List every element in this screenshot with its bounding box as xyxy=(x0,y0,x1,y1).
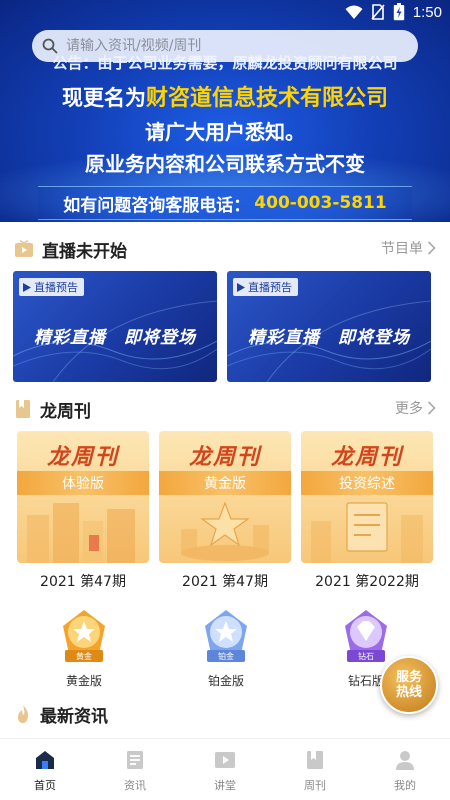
weekly-card-edition: 黄金版 xyxy=(159,471,291,495)
hotline-label: 如有问题咨询客服电话： xyxy=(63,195,251,216)
book-icon xyxy=(307,751,323,769)
service-hotline-line2: 热线 xyxy=(395,685,422,700)
gold-badge-text: 黄金 xyxy=(76,651,92,661)
nav-item-weekly[interactable]: 周刊 xyxy=(270,739,360,800)
weekly-card-edition: 体验版 xyxy=(17,471,149,495)
nav-label: 我的 xyxy=(394,779,416,792)
home-icon xyxy=(36,751,54,769)
chevron-right-icon xyxy=(427,241,436,255)
news-section-title: 最新资讯 xyxy=(40,706,108,727)
gold-edition-badge[interactable]: 黄金 黄金版 xyxy=(44,606,124,696)
video-icon xyxy=(215,752,235,768)
search-bar[interactable] xyxy=(32,30,418,62)
live-preview-card[interactable]: 直播预告 精彩直播 即将登场 xyxy=(13,271,217,382)
hotline-number: 400-003-5811 xyxy=(254,193,387,213)
person-icon xyxy=(396,751,414,770)
nav-label: 首页 xyxy=(34,779,56,792)
nav-label: 周刊 xyxy=(304,779,326,792)
platinum-edition-label: 铂金版 xyxy=(207,674,244,688)
nav-label: 资讯 xyxy=(124,779,146,792)
weekly-card-issue: 2021 第47期 xyxy=(40,574,126,590)
diamond-badge-icon: 钻石 xyxy=(345,610,387,662)
weekly-card-issue: 2021 第2022期 xyxy=(315,574,419,590)
platinum-badge-icon: 铂金 xyxy=(205,610,247,662)
weekly-section-header: 龙周刊 更多 xyxy=(14,396,436,422)
report-illustration xyxy=(311,502,423,563)
live-slogan: 精彩直播 即将登场 xyxy=(248,328,410,348)
nav-item-news[interactable]: 资讯 xyxy=(90,739,180,800)
weekly-card[interactable]: 龙周刊 体验版 xyxy=(17,431,149,563)
live-section-header: 直播未开始 节目单 xyxy=(14,236,436,262)
weekly-card-brand: 龙周刊 xyxy=(46,445,119,470)
news-section-header: 最新资讯 xyxy=(14,701,436,727)
more-link-label: 更多 xyxy=(395,401,423,417)
flame-icon xyxy=(18,705,29,723)
clock: 1:50 xyxy=(412,3,442,21)
more-link[interactable]: 更多 xyxy=(395,398,436,418)
no-sim-icon xyxy=(371,4,385,20)
banner-hotline: 如有问题咨询客服电话： 400-003-5811 xyxy=(38,186,412,220)
live-preview-tag-label: 直播预告 xyxy=(248,281,292,294)
nav-item-home[interactable]: 首页 xyxy=(0,739,90,800)
banner-rename-prefix: 现更名为 xyxy=(61,86,146,110)
diamond-badge-text: 钻石 xyxy=(358,651,374,661)
nav-item-me[interactable]: 我的 xyxy=(360,739,450,800)
news-icon xyxy=(127,751,143,769)
weekly-card[interactable]: 龙周刊 黄金版 xyxy=(159,431,291,563)
banner-business: 原业务内容和公司联系方式不变 xyxy=(85,152,365,176)
service-hotline-button[interactable]: 服务 热线 xyxy=(380,656,438,714)
gold-badge-icon: 黄金 xyxy=(63,610,105,662)
search-icon xyxy=(42,38,58,54)
service-hotline-line1: 服务 xyxy=(395,670,422,685)
banner-new-company: 财咨道信息技术有限公司 xyxy=(145,86,388,111)
tv-icon xyxy=(15,240,33,257)
banner-rename: 现更名为财咨道信息技术有限公司 xyxy=(0,80,450,112)
weekly-section-title: 龙周刊 xyxy=(40,401,91,422)
platinum-badge-text: 铂金 xyxy=(218,651,234,661)
bottom-nav: 首页 资讯 讲堂 周刊 我的 xyxy=(0,738,450,800)
weekly-card-issue: 2021 第47期 xyxy=(182,574,268,590)
live-preview-tag: 直播预告 xyxy=(233,278,298,296)
live-preview-tag-label: 直播预告 xyxy=(34,281,78,294)
wifi-icon xyxy=(345,5,363,19)
bookmark-icon xyxy=(16,400,30,418)
nav-item-lecture[interactable]: 讲堂 xyxy=(180,739,270,800)
live-preview-tag: 直播预告 xyxy=(19,278,84,296)
nav-label: 讲堂 xyxy=(214,779,236,792)
status-bar: 1:50 xyxy=(0,0,450,26)
battery-icon xyxy=(393,3,404,21)
play-icon xyxy=(23,282,31,292)
weekly-card[interactable]: 龙周刊 投资综述 xyxy=(301,431,433,563)
schedule-link-label: 节目单 xyxy=(381,241,423,257)
search-input[interactable] xyxy=(66,38,386,54)
live-section-title: 直播未开始 xyxy=(42,241,127,262)
gold-edition-label: 黄金版 xyxy=(65,674,102,688)
live-preview-card[interactable]: 直播预告 精彩直播 即将登场 xyxy=(227,271,431,382)
play-icon xyxy=(237,282,245,292)
weekly-card-brand: 龙周刊 xyxy=(188,445,261,470)
building-illustration xyxy=(27,503,135,563)
live-slogan: 精彩直播 即将登场 xyxy=(34,328,196,348)
weekly-card-edition: 投资综述 xyxy=(301,471,433,495)
schedule-link[interactable]: 节目单 xyxy=(381,238,436,258)
star-coins-illustration xyxy=(181,501,269,561)
chevron-right-icon xyxy=(427,401,436,415)
platinum-edition-badge[interactable]: 铂金 铂金版 xyxy=(186,606,266,696)
banner-inform: 请广大用户悉知。 xyxy=(145,120,305,144)
weekly-card-brand: 龙周刊 xyxy=(330,445,403,470)
